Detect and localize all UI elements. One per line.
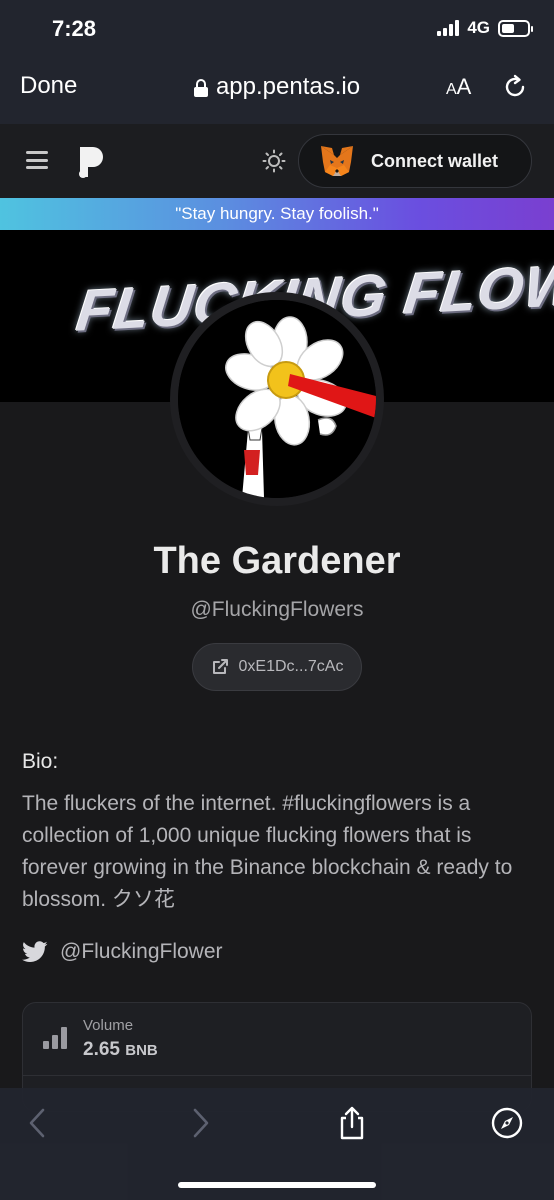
avatar	[170, 292, 384, 506]
quote-banner: "Stay hungry. Stay foolish."	[0, 198, 554, 230]
compass-icon[interactable]	[490, 1106, 524, 1140]
home-indicator	[178, 1182, 376, 1188]
volume-unit: BNB	[125, 1042, 158, 1059]
stats-divider	[23, 1075, 531, 1076]
volume-amount: 2.65	[83, 1039, 120, 1060]
app-header: Connect wallet	[0, 124, 554, 198]
twitter-handle: @FluckingFlower	[60, 940, 223, 963]
network-type: 4G	[467, 18, 490, 37]
volume-label: Volume	[83, 1017, 134, 1034]
browser-top-bar: Done app.pentas.io AA	[0, 60, 554, 124]
profile-handle: @FluckingFlowers	[190, 598, 364, 621]
status-bar: 7:28 4G	[0, 0, 554, 60]
reload-icon[interactable]	[502, 74, 528, 100]
menu-icon[interactable]	[26, 151, 48, 169]
metamask-fox-icon	[321, 146, 353, 176]
pentas-logo[interactable]	[76, 145, 106, 179]
text-size-button[interactable]: AA	[446, 74, 471, 100]
url-text: app.pentas.io	[215, 73, 361, 100]
bio-label: Bio:	[22, 750, 59, 773]
twitter-icon	[22, 941, 48, 962]
flower-avatar-image	[178, 300, 376, 498]
twitter-link[interactable]: @FluckingFlower	[22, 940, 223, 964]
wallet-address: 0xE1Dc...7cAc	[238, 658, 344, 675]
bio-text: The fluckers of the internet. #fluckingf…	[22, 792, 513, 911]
sun-icon[interactable]	[262, 149, 286, 173]
connect-wallet-label: Connect wallet	[371, 150, 499, 171]
profile-name: The Gardener	[153, 540, 401, 582]
status-time: 7:28	[52, 16, 97, 41]
bar-chart-icon	[43, 1027, 67, 1049]
browser-bottom-toolbar	[0, 1088, 554, 1200]
battery-icon	[498, 19, 533, 37]
lock-icon	[193, 79, 208, 97]
quote-text: "Stay hungry. Stay foolish."	[175, 204, 379, 223]
external-link-icon	[212, 659, 228, 674]
connect-wallet-button[interactable]: Connect wallet	[298, 134, 532, 188]
signal-icon	[437, 20, 460, 36]
forward-icon[interactable]	[182, 1106, 216, 1140]
share-icon[interactable]	[335, 1106, 369, 1140]
status-indicators: 4G	[437, 18, 533, 38]
wallet-address-button[interactable]: 0xE1Dc...7cAc	[192, 643, 362, 691]
volume-value: 2.65 BNB	[83, 1039, 158, 1061]
back-icon[interactable]	[22, 1106, 56, 1140]
